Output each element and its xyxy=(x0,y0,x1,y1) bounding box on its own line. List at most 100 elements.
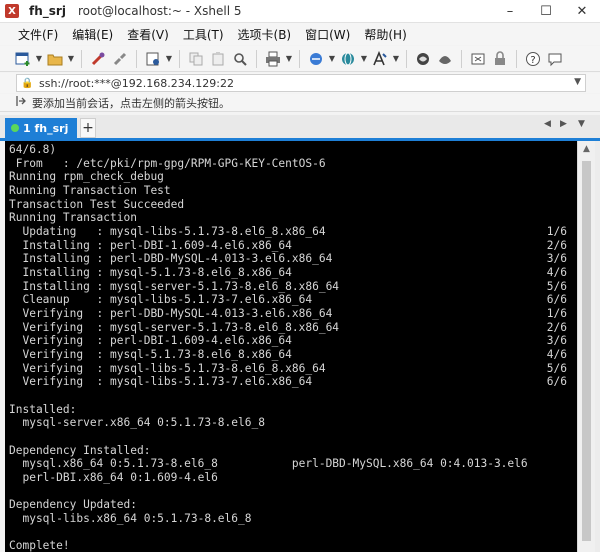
chat-icon[interactable] xyxy=(544,49,566,69)
open-dropdown-icon[interactable]: ▼ xyxy=(66,49,76,69)
terminal-line: Running Transaction xyxy=(9,211,137,225)
scroll-up-icon[interactable]: ▲ xyxy=(578,141,595,157)
font-dropdown-icon[interactable]: ▼ xyxy=(391,49,401,69)
arrow-icon[interactable] xyxy=(16,95,30,110)
terminal-line: Installing : perl-DBI-1.609-4.el6.x86_64 xyxy=(9,238,292,252)
find-icon[interactable] xyxy=(229,49,251,69)
help-icon[interactable]: ? xyxy=(522,49,544,69)
copy-icon[interactable] xyxy=(185,49,207,69)
svg-text:?: ? xyxy=(530,55,535,66)
open-folder-icon[interactable] xyxy=(44,49,66,69)
menu-file[interactable]: 文件(F) xyxy=(18,26,58,43)
toolbar: ▼ ▼ ▼ ▼ ▼ ▼ ▼ ? xyxy=(0,46,600,72)
new-session-dropdown-icon[interactable]: ▼ xyxy=(34,49,44,69)
terminal-line: mysql.x86_64 0:5.1.73-8.el6_8 perl-DBD-M… xyxy=(9,457,528,471)
terminal-line: Verifying : mysql-libs-5.1.73-7.el6.x86_… xyxy=(9,375,313,389)
terminal-line: Dependency Installed: xyxy=(9,443,151,457)
toolbar-divider xyxy=(461,49,462,68)
print-dropdown-icon[interactable]: ▼ xyxy=(284,49,294,69)
terminal-line: Verifying : mysql-5.1.73-8.el6_8.x86_64 xyxy=(9,347,292,361)
terminal-line: mysql-server.x86_64 0:5.1.73-8.el6_8 xyxy=(9,416,265,430)
lock-icon[interactable] xyxy=(489,49,511,69)
terminal-progress: 4/6 xyxy=(546,347,567,361)
fullscreen-icon[interactable] xyxy=(467,49,489,69)
hint-bar: 要添加当前会话，点击左侧的箭头按钮。 xyxy=(0,94,600,112)
menu-window[interactable]: 窗口(W) xyxy=(305,26,350,43)
xftp-icon[interactable] xyxy=(412,49,434,69)
tab-session-1[interactable]: 1 fh_srj xyxy=(5,118,77,138)
terminal-progress: 3/6 xyxy=(546,334,567,348)
menu-bar: 文件(F) 编辑(E) 查看(V) 工具(T) 选项卡(B) 窗口(W) 帮助(… xyxy=(0,23,600,45)
address-value: ssh://root:***@192.168.234.129:22 xyxy=(39,76,234,90)
terminal-line: Verifying : mysql-libs-5.1.73-8.el6_8.x8… xyxy=(9,361,326,375)
address-field[interactable]: 🔒 ssh://root:***@192.168.234.129:22 ▼ xyxy=(16,74,586,92)
terminal-line: Transaction Test Succeeded xyxy=(9,197,185,211)
terminal-progress: 6/6 xyxy=(546,375,567,389)
window-session-name: fh_srj xyxy=(29,4,66,18)
toolbar-divider xyxy=(179,49,180,68)
terminal-line: Dependency Updated: xyxy=(9,498,137,512)
menu-tabs[interactable]: 选项卡(B) xyxy=(238,26,292,43)
toolbar-divider xyxy=(299,49,300,68)
terminal-line: Complete! xyxy=(9,539,70,552)
address-bar: 🔒 ssh://root:***@192.168.234.129:22 ▼ xyxy=(0,73,600,93)
menu-edit[interactable]: 编辑(E) xyxy=(72,26,113,43)
minimize-button[interactable]: – xyxy=(492,0,528,22)
properties-icon[interactable] xyxy=(142,49,164,69)
globe-icon[interactable] xyxy=(337,49,359,69)
menu-help[interactable]: 帮助(H) xyxy=(364,26,406,43)
terminal-line: Running rpm_check_debug xyxy=(9,170,164,184)
address-dropdown-icon[interactable]: ▼ xyxy=(574,77,581,87)
terminal-progress: 2/6 xyxy=(546,320,567,334)
terminal-line: 64/6.8) xyxy=(9,143,57,156)
globe-dropdown-icon[interactable]: ▼ xyxy=(359,49,369,69)
tab-bar: 1 fh_srj + ◀ ▶ ▼ xyxy=(0,115,600,141)
disconnect-icon[interactable] xyxy=(109,49,131,69)
terminal-line: Updating : mysql-libs-5.1.73-8.el6_8.x86… xyxy=(9,224,326,238)
terminal-progress: 5/6 xyxy=(546,279,567,293)
toolbar-divider xyxy=(81,49,82,68)
terminal-progress: 3/6 xyxy=(546,252,567,266)
properties-dropdown-icon[interactable]: ▼ xyxy=(164,49,174,69)
terminal-line: Installing : mysql-5.1.73-8.el6_8.x86_64 xyxy=(9,265,292,279)
terminal-line: Verifying : perl-DBD-MySQL-4.013-3.el6.x… xyxy=(9,306,333,320)
terminal-line: mysql-libs.x86_64 0:5.1.73-8.el6_8 xyxy=(9,511,252,525)
terminal-line: Installed: xyxy=(9,402,77,416)
font-icon[interactable] xyxy=(369,49,391,69)
toolbar-divider xyxy=(406,49,407,68)
tab-next-icon[interactable]: ▶ xyxy=(560,119,567,129)
toolbar-divider xyxy=(256,49,257,68)
terminal-progress: 2/6 xyxy=(546,238,567,252)
connected-status-icon xyxy=(11,124,19,132)
terminal-line: perl-DBI.x86_64 0:1.609-4.el6 xyxy=(9,470,218,484)
terminal-progress: 1/6 xyxy=(546,306,567,320)
xagent-icon[interactable] xyxy=(434,49,456,69)
add-tab-button[interactable]: + xyxy=(80,118,96,138)
terminal-line: Installing : mysql-server-5.1.73-8.el6_8… xyxy=(9,279,340,293)
print-icon[interactable] xyxy=(262,49,284,69)
tab-prev-icon[interactable]: ◀ xyxy=(544,119,551,129)
transfer-dropdown-icon[interactable]: ▼ xyxy=(327,49,337,69)
vertical-scrollbar[interactable]: ▲ xyxy=(577,141,595,552)
toolbar-divider xyxy=(136,49,137,68)
transfer-icon[interactable] xyxy=(305,49,327,69)
hint-text: 要添加当前会话，点击左侧的箭头按钮。 xyxy=(32,96,230,110)
reconnect-icon[interactable] xyxy=(87,49,109,69)
new-session-icon[interactable] xyxy=(12,49,34,69)
menu-tools[interactable]: 工具(T) xyxy=(183,26,224,43)
terminal-output[interactable]: 64/6.8) From : /etc/pki/rpm-gpg/RPM-GPG-… xyxy=(5,141,577,552)
close-button[interactable]: ✕ xyxy=(564,0,600,22)
maximize-button[interactable]: ☐ xyxy=(528,0,564,22)
toolbar-divider xyxy=(516,49,517,68)
terminal-line: Verifying : perl-DBI-1.609-4.el6.x86_64 xyxy=(9,334,292,348)
tab-label: 1 fh_srj xyxy=(23,121,69,135)
tab-menu-icon[interactable]: ▼ xyxy=(578,119,585,129)
menu-view[interactable]: 查看(V) xyxy=(127,26,169,43)
scroll-thumb[interactable] xyxy=(582,161,591,541)
paste-icon[interactable] xyxy=(207,49,229,69)
terminal-progress: 4/6 xyxy=(546,265,567,279)
terminal-progress: 1/6 xyxy=(546,224,567,238)
lock-icon: 🔒 xyxy=(21,77,34,89)
xshell-app-icon: X xyxy=(5,4,19,18)
terminal-progress: 5/6 xyxy=(546,361,567,375)
